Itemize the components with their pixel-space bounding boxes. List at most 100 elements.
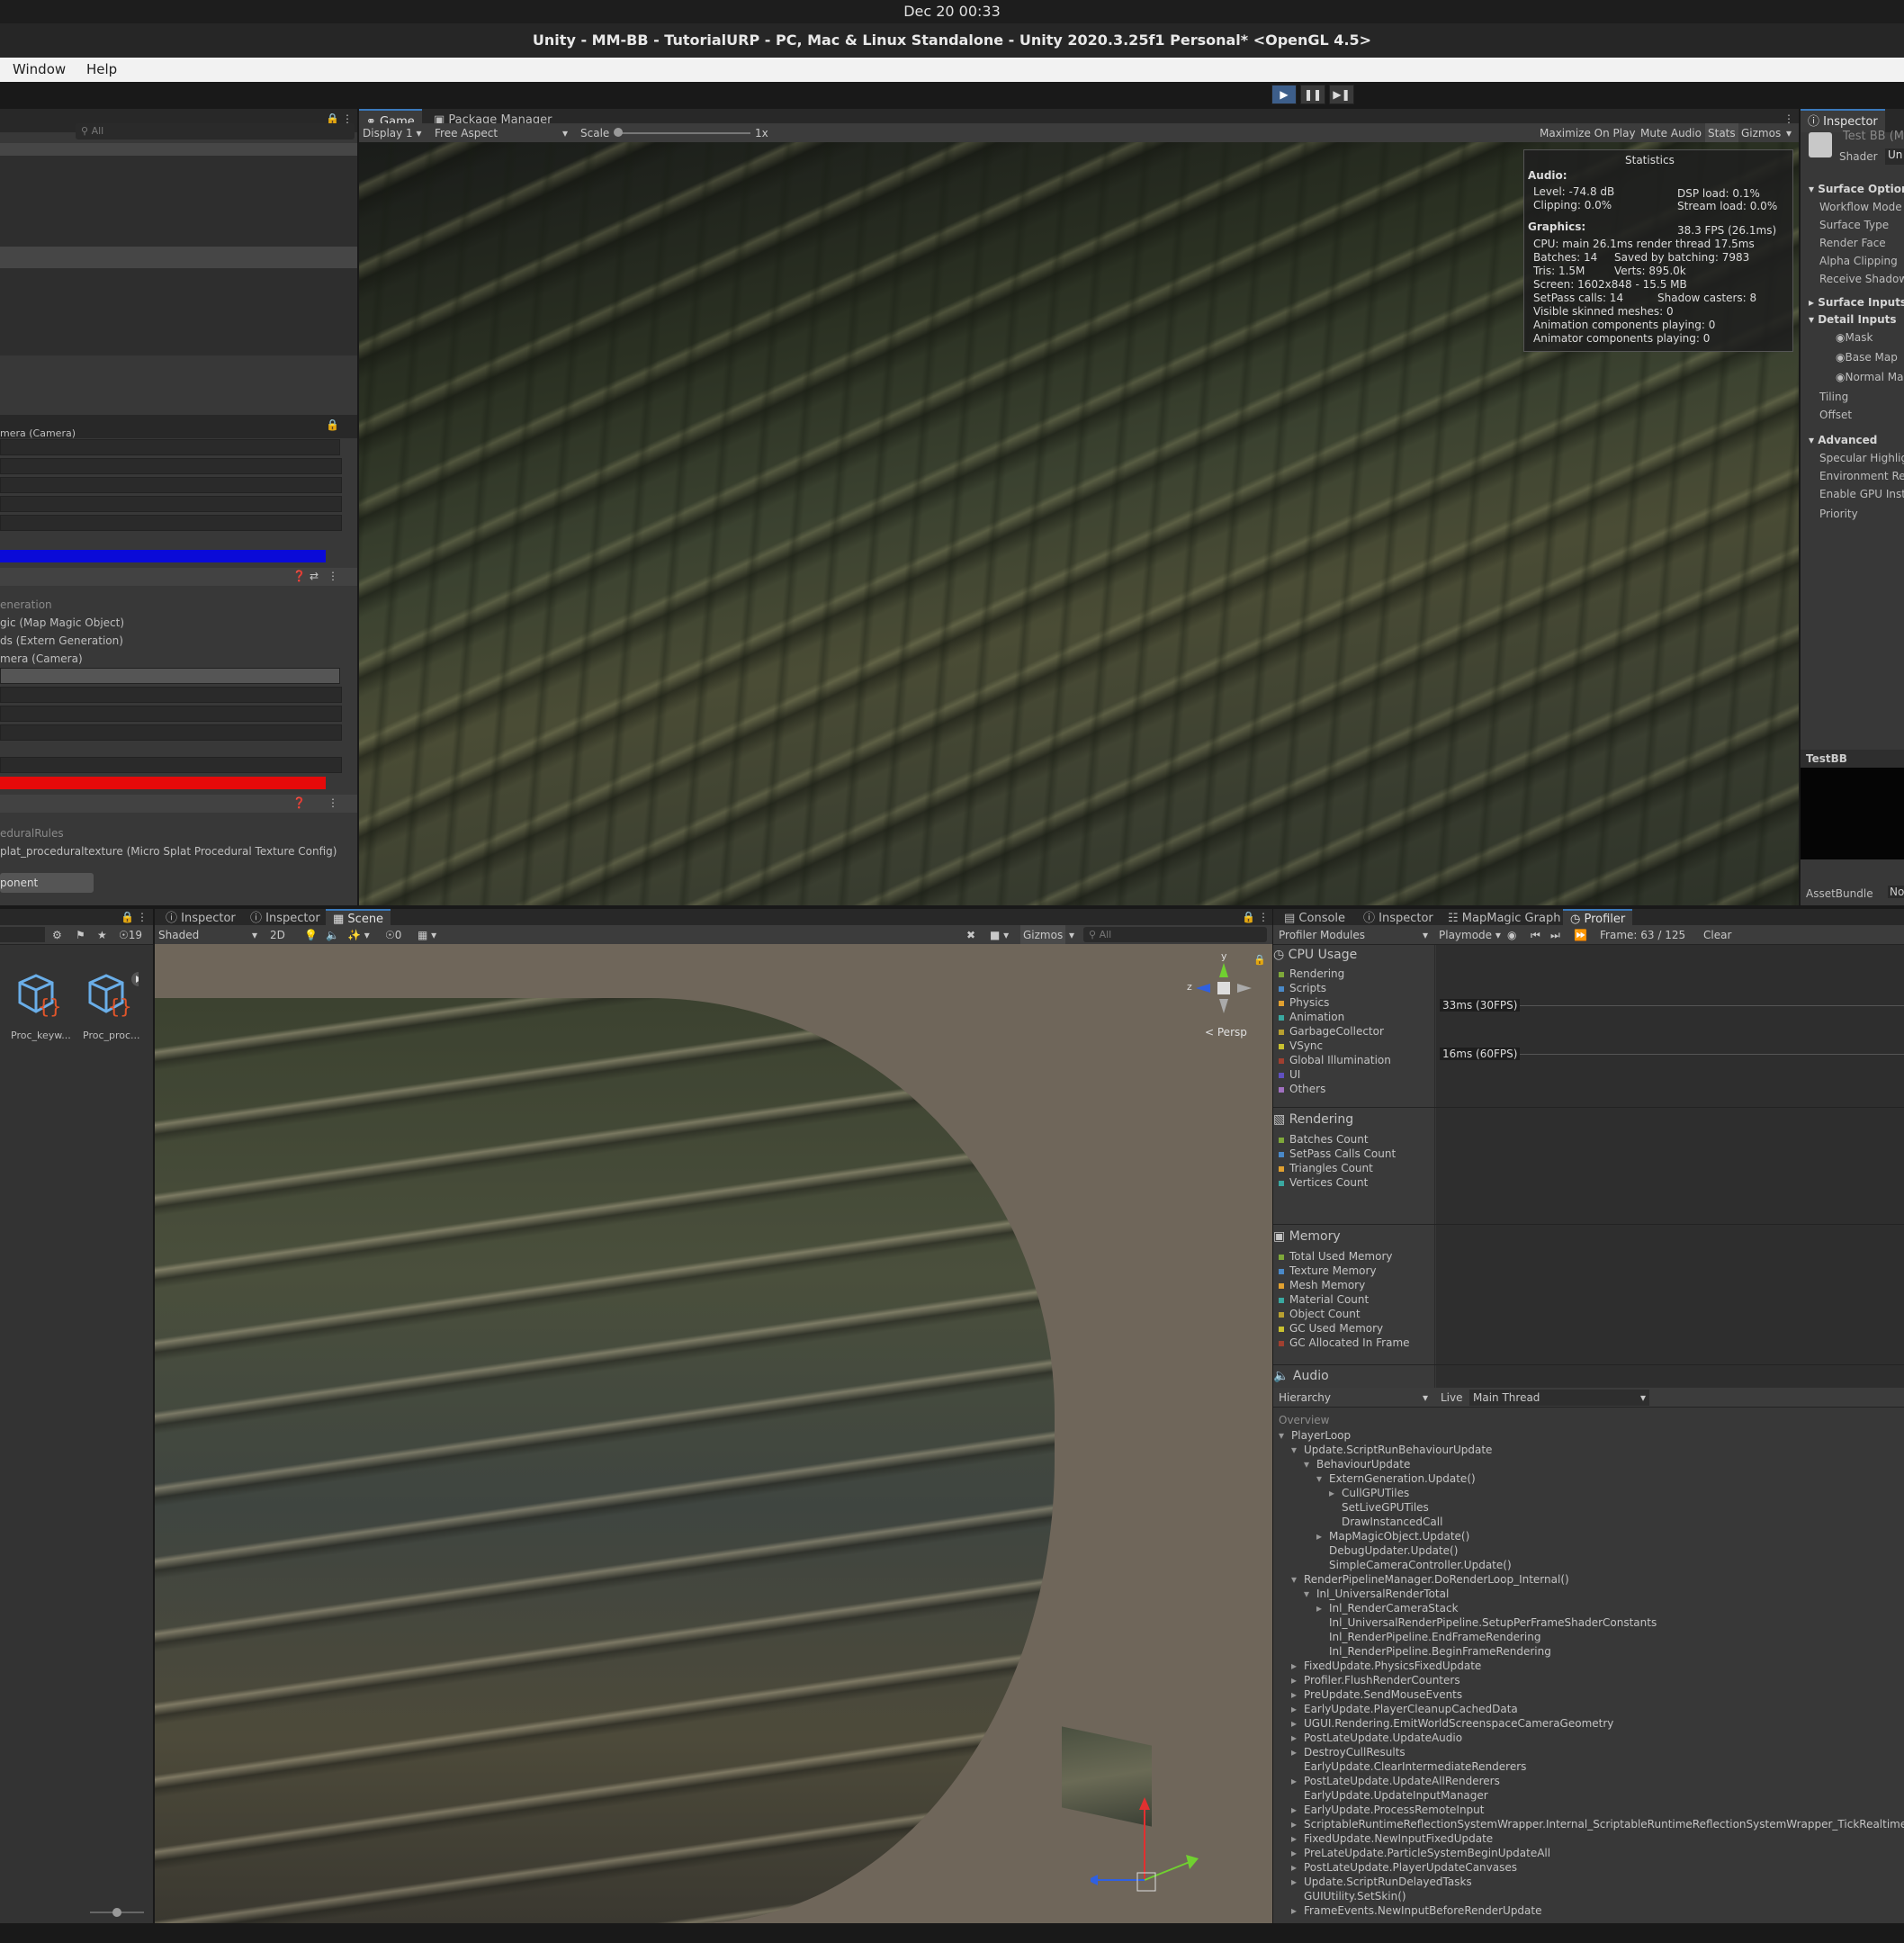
collapsed-arrow-icon[interactable]: ▸ xyxy=(1291,1674,1304,1687)
add-component-button[interactable]: ponent xyxy=(0,873,94,893)
module-item[interactable]: Total Used Memory xyxy=(1279,1250,1441,1263)
tree-row[interactable]: GUIUtility.SetSkin() xyxy=(1291,1890,1406,1903)
next-frame-icon[interactable]: ⏭ xyxy=(1550,925,1560,945)
collapsed-arrow-icon[interactable]: ▸ xyxy=(1329,1487,1342,1499)
module-item[interactable]: SetPass Calls Count xyxy=(1279,1147,1441,1160)
collapsed-arrow-icon[interactable]: ▸ xyxy=(1291,1703,1304,1715)
material-preview[interactable] xyxy=(1801,768,1904,859)
collapsed-arrow-icon[interactable]: ▸ xyxy=(1291,1746,1304,1759)
tree-row[interactable]: ▸ FixedUpdate.PhysicsFixedUpdate xyxy=(1291,1660,1481,1672)
settings-icon[interactable]: ⇄ xyxy=(310,570,319,582)
dropdown-field[interactable] xyxy=(0,439,340,455)
star-icon[interactable]: ★ xyxy=(97,925,107,945)
menu-help[interactable]: Help xyxy=(86,61,117,77)
tree-row[interactable]: ▸ DestroyCullResults xyxy=(1291,1746,1406,1759)
tree-row[interactable]: SimpleCameraController.Update() xyxy=(1316,1559,1512,1571)
tree-row[interactable]: ▸ Update.ScriptRunDelayedTasks xyxy=(1291,1876,1472,1888)
playmode-dropdown[interactable]: Playmode ▾ xyxy=(1439,925,1501,945)
tree-row[interactable]: EarlyUpdate.ClearIntermediateRenderers xyxy=(1291,1760,1526,1773)
step-button[interactable]: ▶❚ xyxy=(1329,85,1354,104)
scene-viewport[interactable] xyxy=(155,944,1272,1923)
tree-row[interactable]: ▸ PostLateUpdate.UpdateAudio xyxy=(1291,1732,1462,1744)
value-field[interactable] xyxy=(0,477,342,493)
gizmos-dropdown[interactable]: Gizmos xyxy=(1020,925,1066,945)
module-item[interactable]: VSync xyxy=(1279,1039,1441,1052)
lock-icon[interactable]: 🔒 xyxy=(1253,954,1266,966)
module-item[interactable]: Rendering xyxy=(1279,967,1441,980)
more-icon[interactable]: ⋮ xyxy=(1258,911,1269,923)
section-surface-options[interactable]: ▾ Surface Options xyxy=(1809,183,1904,195)
tools-icon[interactable]: ✖ xyxy=(966,925,975,945)
more-icon[interactable]: ⋮ xyxy=(328,796,338,809)
effects-icon[interactable]: ✨ ▾ xyxy=(347,925,370,945)
hidden-objects-toggle[interactable]: ☉0 xyxy=(385,925,401,945)
gizmos-toggle[interactable]: Gizmos xyxy=(1741,123,1781,143)
tree-row[interactable]: ▸ Inl_RenderCameraStack xyxy=(1316,1602,1459,1615)
tree-row[interactable]: ▸ Profiler.FlushRenderCounters xyxy=(1291,1674,1460,1687)
chevron-down-icon[interactable]: ▾ xyxy=(1640,1388,1646,1408)
dropdown-field[interactable] xyxy=(0,668,340,684)
transform-gizmo[interactable] xyxy=(1091,1790,1217,1898)
event-row-1[interactable]: ds (Extern Generation) xyxy=(0,633,342,649)
section-advanced[interactable]: ▾ Advanced xyxy=(1809,434,1877,446)
collapsed-arrow-icon[interactable]: ▸ xyxy=(1291,1861,1304,1874)
tree-row[interactable]: ▸ EarlyUpdate.ProcessRemoteInput xyxy=(1291,1804,1484,1816)
row-mask[interactable]: ◉Mask xyxy=(1836,331,1873,344)
collapsed-arrow-icon[interactable]: ▸ xyxy=(1291,1804,1304,1816)
tree-row[interactable]: ▸ PostLateUpdate.PlayerUpdateCanvases xyxy=(1291,1861,1517,1874)
more-icon[interactable]: ⋮ xyxy=(137,911,148,923)
module-item[interactable]: Object Count xyxy=(1279,1308,1441,1320)
value-field[interactable] xyxy=(0,458,342,474)
module-item[interactable]: Animation xyxy=(1279,1011,1441,1023)
module-item[interactable]: Scripts xyxy=(1279,982,1441,994)
module-item[interactable]: Physics xyxy=(1279,996,1441,1009)
module-cpu-title[interactable]: ◷ CPU Usage xyxy=(1273,948,1435,962)
filter-type-icon[interactable]: ⚙ xyxy=(52,925,62,945)
view-mode-dropdown[interactable]: Hierarchy xyxy=(1279,1388,1331,1408)
tree-row[interactable]: ▾ ExternGeneration.Update() xyxy=(1316,1472,1476,1485)
zoom-slider-handle[interactable] xyxy=(112,1908,121,1917)
shader-asset-icon[interactable]: {} xyxy=(14,972,62,1019)
tree-row[interactable]: ▾ Inl_UniversalRenderTotal xyxy=(1304,1588,1449,1600)
value-field[interactable] xyxy=(0,757,342,773)
blue-color-swatch[interactable] xyxy=(0,550,326,562)
shader-asset-icon[interactable]: {} xyxy=(85,972,146,1019)
more-icon[interactable]: ⋮ xyxy=(328,570,338,582)
display-dropdown[interactable]: Display 1 ▾ xyxy=(363,123,422,143)
hierarchy-search[interactable]: ⚲ All xyxy=(76,123,355,139)
collapsed-arrow-icon[interactable]: ▸ xyxy=(1291,1775,1304,1787)
profiler-modules-dropdown[interactable]: Profiler Modules xyxy=(1279,925,1365,945)
tree-row[interactable]: ▸ PreLateUpdate.ParticleSystemBeginUpdate… xyxy=(1291,1847,1550,1859)
tree-row[interactable]: ▸ UGUI.Rendering.EmitWorldScreenspaceCame… xyxy=(1291,1717,1613,1730)
thread-dropdown[interactable]: Main Thread xyxy=(1469,1390,1649,1406)
value-field[interactable] xyxy=(0,515,342,531)
tree-row[interactable]: ▾ Update.ScriptRunBehaviourUpdate xyxy=(1291,1444,1492,1456)
orientation-gizmo[interactable]: y z < Persp xyxy=(1183,950,1264,1040)
stats-toggle[interactable]: Stats xyxy=(1705,123,1738,143)
tree-row[interactable]: Inl_RenderPipeline.EndFrameRendering xyxy=(1316,1631,1540,1643)
expanded-arrow-icon[interactable]: ▾ xyxy=(1291,1573,1304,1586)
expanded-arrow-icon[interactable]: ▾ xyxy=(1279,1429,1291,1442)
tree-row[interactable]: ▸ CullGPUTiles xyxy=(1329,1487,1409,1499)
tree-row[interactable]: EarlyUpdate.UpdateInputManager xyxy=(1291,1789,1488,1802)
scale-slider-handle[interactable] xyxy=(614,128,623,137)
camera-field[interactable]: mera (Camera) xyxy=(0,426,342,438)
camera-icon[interactable]: ■ ▾ xyxy=(990,925,1009,945)
tree-row[interactable]: ▾ PlayerLoop xyxy=(1279,1429,1351,1442)
module-item[interactable]: GC Allocated In Frame xyxy=(1279,1336,1441,1349)
chevron-down-icon[interactable]: ▾ xyxy=(562,123,568,143)
collapsed-arrow-icon[interactable]: ▸ xyxy=(1291,1832,1304,1845)
tree-row[interactable]: SetLiveGPUTiles xyxy=(1329,1501,1429,1514)
hidden-count[interactable]: ☉19 xyxy=(119,925,142,945)
value-field[interactable] xyxy=(0,687,342,703)
module-memory-title[interactable]: ▣ Memory xyxy=(1273,1229,1435,1244)
shader-dropdown[interactable]: Un xyxy=(1885,148,1904,165)
tree-row[interactable]: DrawInstancedCall xyxy=(1329,1516,1442,1528)
clear-button[interactable]: Clear xyxy=(1703,925,1731,945)
collapsed-arrow-icon[interactable]: ▸ xyxy=(1316,1602,1329,1615)
collapsed-arrow-icon[interactable]: ▸ xyxy=(1316,1530,1329,1543)
value-field[interactable] xyxy=(0,496,342,512)
collapsed-arrow-icon[interactable]: ▸ xyxy=(1291,1732,1304,1744)
module-item[interactable]: UI xyxy=(1279,1068,1441,1081)
value-field[interactable] xyxy=(0,706,342,722)
